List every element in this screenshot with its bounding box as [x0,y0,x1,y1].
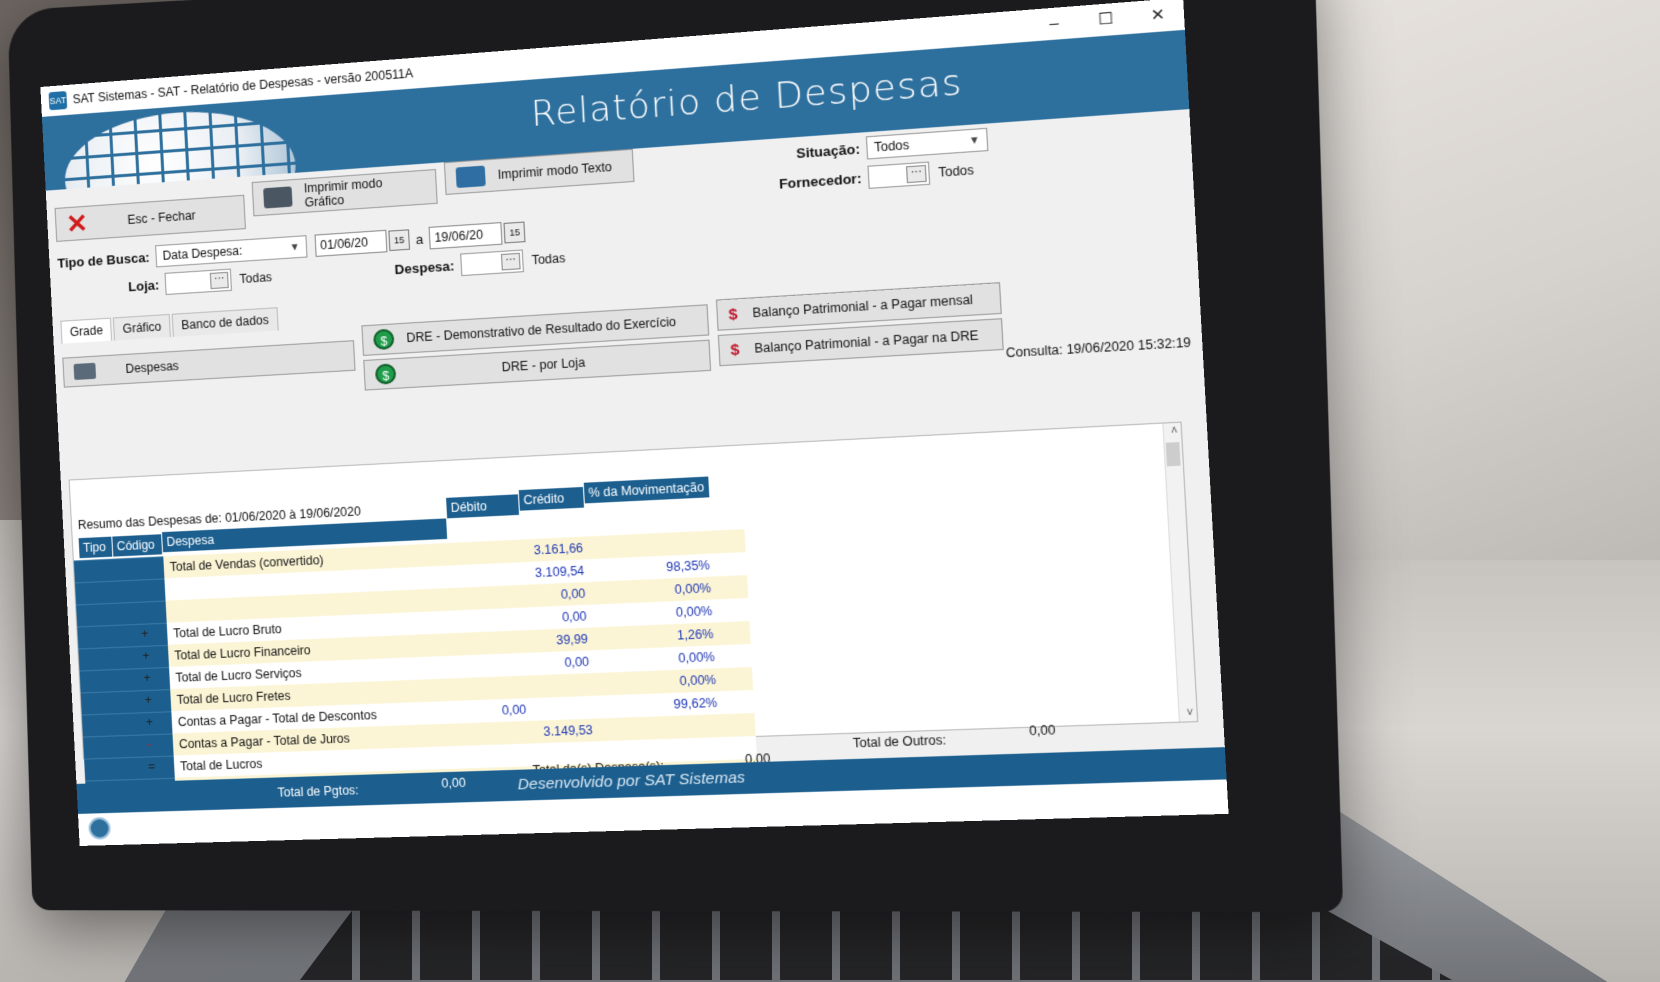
scroll-down-icon[interactable]: ˅ [1186,707,1193,719]
total-pgtos-label: Total de Pgtos: [277,775,360,808]
dollar-coin-icon: $ [375,363,397,385]
date-to-input[interactable]: 19/06/20 [429,222,503,249]
lookup-icon[interactable]: ··· [210,272,229,289]
header-movimentacao: % da Movimentação [584,476,711,503]
print-graphic-label: Imprimir modo Gráfico [303,173,426,210]
calendar-icon[interactable]: 15 [388,229,410,251]
row-debito [456,675,530,700]
header-tipo: Tipo [79,537,114,559]
vertical-scrollbar[interactable]: ˄ ˅ [1162,423,1197,722]
header-codigo: Código [112,534,163,556]
header-debito: Débito [446,494,520,518]
row-debito [450,562,524,588]
maximize-button[interactable]: ☐ [1079,2,1133,38]
loja-input[interactable]: ··· [165,269,232,295]
tipo-busca-label: Tipo de Busca: [57,249,150,270]
lookup-icon[interactable]: ··· [906,165,927,183]
row-debito [453,630,527,656]
row-credito: 3.149,53 [531,719,598,744]
row-credito: 3.161,66 [521,536,587,562]
row-sign: + [146,715,154,729]
row-sign: + [141,627,149,641]
dre-loja-label: DRE - por Loja [501,355,585,374]
tab-grafico[interactable]: Gráfico [113,314,171,341]
row-debito [451,585,525,611]
globe-icon [88,817,111,840]
row-credito: 3.109,54 [523,559,589,585]
dollar-arrows-icon: $ [730,341,740,359]
card-icon [74,363,97,380]
app-window: SAT SAT Sistemas - SAT - Relatório de De… [40,0,1228,846]
fornecedor-hint: Todos [938,163,974,180]
close-button[interactable]: ✕ Esc - Fechar [55,195,246,242]
date-separator: a [415,231,423,247]
row-indicator [81,689,172,714]
row-sign: - [147,737,152,751]
despesa-label: Despesa: [394,258,455,277]
scroll-thumb[interactable] [1166,442,1181,466]
chevron-down-icon: ▼ [289,241,300,253]
close-x-icon: ✕ [66,210,89,237]
row-indicator [83,733,174,758]
row-credito: 0,00 [527,650,593,675]
despesa-hint: Todas [531,251,565,268]
row-sign: + [144,693,152,707]
despesa-input[interactable]: ··· [460,250,524,277]
minimize-button[interactable]: – [1028,6,1081,42]
fornecedor-label: Fornecedor: [774,170,862,192]
print-text-label: Imprimir modo Texto [497,160,612,182]
despesas-label: Despesas [125,359,179,376]
situacao-label: Situação: [772,141,860,163]
situacao-value: Todos [874,138,910,155]
row-credito: 0,00 [524,582,590,608]
row-debito [448,540,522,566]
row-indicator [82,711,173,736]
fornecedor-input[interactable]: ··· [867,162,930,189]
header-credito: Crédito [519,487,585,511]
row-credito: 0,00 [525,605,591,630]
consulta-timestamp: Consulta: 19/06/2020 15:32:19 [1006,335,1192,360]
grid-rows: Total de Vendas (convertido) 3.161,66 3.10… [70,423,1181,481]
tipo-busca-value: Data Despesa: [162,244,243,263]
despesas-button[interactable]: Despesas [62,340,355,388]
chevron-down-icon: ▼ [969,134,981,146]
tab-grade[interactable]: Grade [60,318,112,344]
lookup-icon[interactable]: ··· [501,253,521,271]
dollar-coin-icon: $ [373,329,395,351]
row-debito: 0,00 [457,698,531,723]
row-credito: 39,99 [526,627,592,652]
row-sign: + [142,649,150,663]
calendar-icon[interactable]: 15 [504,222,526,244]
close-window-button[interactable]: ✕ [1131,0,1185,34]
date-from-input[interactable]: 01/06/20 [314,230,387,257]
scroll-up-icon[interactable]: ˄ [1171,425,1178,437]
data-grid[interactable]: ˄ ˅ Resumo das Despesas de: 01/06/2020 à… [69,422,1199,760]
print-graphic-button[interactable]: Imprimir modo Gráfico [252,169,438,216]
app-icon: SAT [49,91,68,110]
situacao-select[interactable]: Todos ▼ [866,128,989,160]
printer-icon [456,166,486,189]
close-button-label: Esc - Fechar [127,208,196,227]
total-outros-value: 0,00 [1029,723,1056,739]
row-debito [452,607,526,633]
dollar-arrows-icon: $ [728,305,738,323]
row-credito [529,673,595,698]
loja-label: Loja: [128,277,160,294]
balanco-dre-label: Balanço Patrimonial - a Pagar na DRE [754,328,979,356]
total-pgtos-value: 0,00 [441,767,467,799]
balanco-mensal-label: Balanço Patrimonial - a Pagar mensal [752,292,973,320]
row-credito [530,696,596,721]
footer-text: Desenvolvido por SAT Sistemas [517,769,745,794]
row-debito [454,653,528,678]
printer-icon [263,186,292,208]
loja-hint: Todas [239,270,272,286]
row-sign: + [143,671,151,685]
row-debito [458,721,532,746]
total-outros-label: Total de Outros: [852,733,946,751]
